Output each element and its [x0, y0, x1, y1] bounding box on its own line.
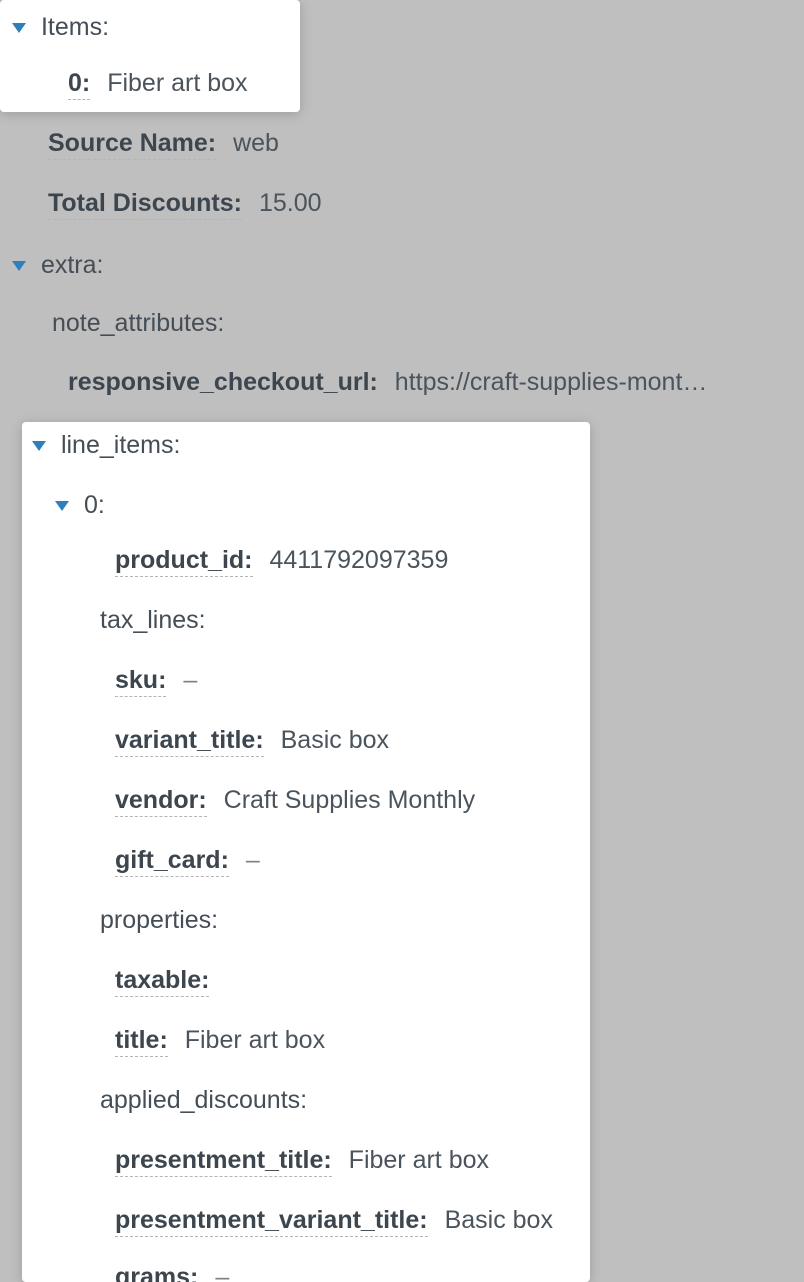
responsive-checkout-url-label: responsive_checkout_url: — [68, 368, 378, 397]
presentment-variant-title-label: presentment_variant_title: — [115, 1206, 428, 1237]
note-attributes-row[interactable]: note_attributes: — [52, 308, 224, 338]
presentment-variant-title-row[interactable]: presentment_variant_title: Basic box — [115, 1205, 553, 1235]
title-label: title: — [115, 1026, 168, 1057]
items-label: Items: — [41, 13, 109, 41]
title-value: Fiber art box — [185, 1026, 325, 1054]
note-attributes-label: note_attributes: — [52, 309, 224, 337]
presentment-title-row[interactable]: presentment_title: Fiber art box — [115, 1145, 489, 1175]
sku-label: sku: — [115, 666, 166, 697]
extra-label: extra: — [41, 251, 104, 279]
extra-row[interactable]: extra: — [12, 250, 103, 280]
gift-card-label: gift_card: — [115, 846, 229, 877]
items-entry-0-value: Fiber art box — [107, 69, 247, 97]
disclosure-triangle-icon[interactable] — [55, 501, 69, 511]
presentment-title-value: Fiber art box — [349, 1146, 489, 1174]
applied-discounts-row[interactable]: applied_discounts: — [100, 1085, 307, 1115]
gift-card-row[interactable]: gift_card: – — [115, 845, 260, 875]
product-id-label: product_id: — [115, 546, 253, 577]
items-entry-0[interactable]: 0: Fiber art box — [68, 68, 248, 98]
disclosure-triangle-icon[interactable] — [32, 441, 46, 451]
presentment-variant-title-value: Basic box — [445, 1206, 553, 1234]
line-items-row[interactable]: line_items: — [32, 430, 180, 460]
variant-title-value: Basic box — [281, 726, 389, 754]
title-row[interactable]: title: Fiber art box — [115, 1025, 325, 1055]
source-name-value: web — [233, 129, 279, 157]
total-discounts-row[interactable]: Total Discounts: 15.00 — [48, 188, 322, 218]
disclosure-triangle-icon[interactable] — [12, 261, 26, 271]
taxable-row[interactable]: taxable: — [115, 965, 209, 995]
disclosure-triangle-icon[interactable] — [12, 23, 26, 33]
applied-discounts-label: applied_discounts: — [100, 1086, 307, 1114]
product-id-value: 4411792097359 — [269, 546, 448, 574]
tax-lines-label: tax_lines: — [100, 606, 206, 634]
tax-lines-row[interactable]: tax_lines: — [100, 605, 206, 635]
sku-row[interactable]: sku: – — [115, 665, 197, 695]
grams-label: grams: — [115, 1263, 198, 1282]
source-name-label: Source Name: — [48, 129, 216, 160]
properties-label: properties: — [100, 906, 218, 934]
variant-title-label: variant_title: — [115, 726, 264, 757]
responsive-checkout-url-row[interactable]: responsive_checkout_url: https://craft-s… — [68, 367, 707, 397]
total-discounts-value: 15.00 — [259, 189, 322, 217]
source-name-row[interactable]: Source Name: web — [48, 128, 279, 158]
line-item-0-row[interactable]: 0: — [55, 490, 105, 520]
vendor-value: Craft Supplies Monthly — [224, 786, 476, 814]
line-item-0-key: 0: — [84, 491, 105, 519]
product-id-row[interactable]: product_id: 4411792097359 — [115, 545, 448, 575]
grams-row[interactable]: grams: – — [115, 1262, 229, 1282]
taxable-label: taxable: — [115, 966, 209, 997]
vendor-label: vendor: — [115, 786, 207, 817]
properties-row[interactable]: properties: — [100, 905, 218, 935]
line-items-label: line_items: — [61, 431, 181, 459]
gift-card-value: – — [246, 846, 260, 874]
variant-title-row[interactable]: variant_title: Basic box — [115, 725, 389, 755]
responsive-checkout-url-value: https://craft-supplies-mont… — [395, 368, 708, 396]
items-row[interactable]: Items: — [12, 12, 109, 42]
presentment-title-label: presentment_title: — [115, 1146, 332, 1177]
total-discounts-label: Total Discounts: — [48, 189, 242, 220]
grams-value: – — [215, 1263, 229, 1282]
vendor-row[interactable]: vendor: Craft Supplies Monthly — [115, 785, 475, 815]
items-entry-0-key: 0: — [68, 69, 90, 100]
sku-value: – — [183, 666, 197, 694]
